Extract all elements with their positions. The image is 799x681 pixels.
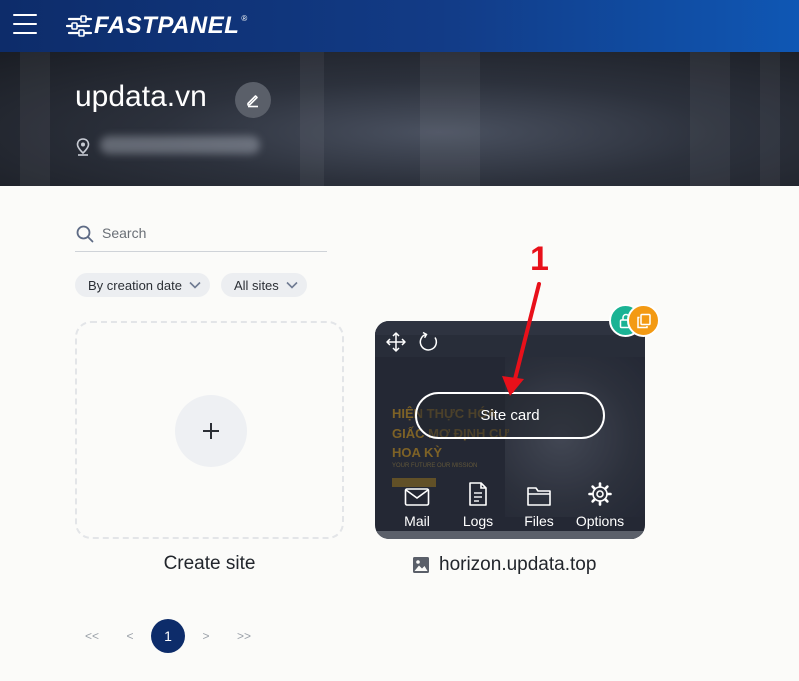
prev-page-button[interactable]: < bbox=[116, 620, 144, 652]
first-page-button[interactable]: << bbox=[78, 620, 106, 652]
page-1-button[interactable]: 1 bbox=[151, 619, 185, 653]
annotation-arrow bbox=[502, 282, 541, 396]
last-page-button[interactable]: >> bbox=[229, 620, 259, 652]
annotation-number: 1 bbox=[530, 240, 549, 278]
next-page-button[interactable]: > bbox=[192, 620, 220, 652]
